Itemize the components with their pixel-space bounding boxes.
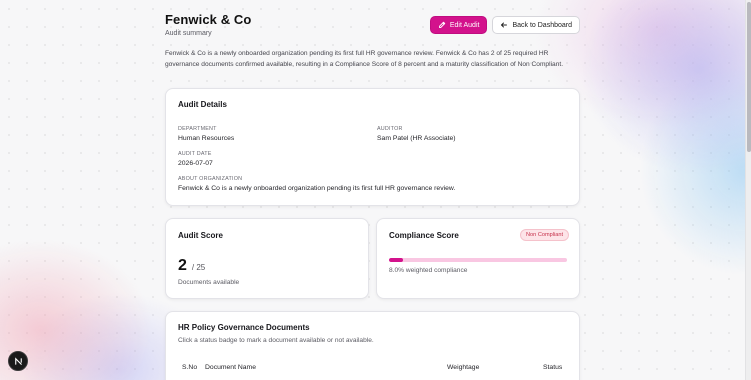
back-to-dashboard-label: Back to Dashboard [512,21,572,29]
edit-audit-button[interactable]: Edit Audit [429,16,488,34]
about-organization-label: ABOUT ORGANIZATION [178,176,243,182]
audit-date-label: AUDIT DATE [178,151,212,157]
department-field: DEPARTMENT Human Resources [178,126,234,142]
maturity-status-badge: Non Compliant [520,229,569,241]
audit-date-field: AUDIT DATE 2026-07-07 [178,151,213,167]
column-header-document-name: Document Name [205,364,256,371]
documents-total: / 25 [191,263,206,272]
auditor-label: AUDITOR [377,126,403,132]
page-scrollbar[interactable] [745,0,751,380]
audit-date-value: 2026-07-07 [178,160,213,167]
arrow-left-icon [501,22,508,28]
audit-score-card: Audit Score 2 / 25 Documents available [165,218,369,299]
compliance-score-card: Compliance Score Non Compliant 8.0% weig… [376,218,580,299]
audit-details-card: Audit Details DEPARTMENT Human Resources… [165,88,580,206]
nextjs-dev-tools-button[interactable] [8,351,28,371]
documents-available-count: 2 [178,257,187,274]
department-label: DEPARTMENT [178,126,217,132]
compliance-score-title: Compliance Score [389,231,459,240]
auditor-field: AUDITOR Sam Patel (HR Associate) [377,126,456,142]
auditor-value: Sam Patel (HR Associate) [377,135,456,142]
n-logo-icon [14,356,22,365]
edit-audit-label: Edit Audit [449,21,480,29]
about-organization-value: Fenwick & Co is a newly onboarded organi… [178,185,456,192]
org-summary-text: Fenwick & Co is a newly onboarded organi… [165,50,564,69]
page-header: Fenwick & Co Audit summary Edit Audit Ba… [165,12,580,38]
audit-score-value: 2 / 25 [178,257,205,275]
audit-summary-page: Fenwick & Co Audit summary Edit Audit Ba… [165,12,580,71]
header-actions: Edit Audit Back to Dashboard [429,16,580,34]
compliance-progress-bar [389,258,567,262]
audit-score-title: Audit Score [178,231,223,240]
audit-score-caption: Documents available [178,279,240,286]
department-value: Human Resources [178,135,235,142]
compliance-progress-fill [389,258,404,262]
about-organization-field: ABOUT ORGANIZATION Fenwick & Co is a new… [178,176,455,192]
column-header-weightage: Weightage [447,364,480,371]
documents-title: HR Policy Governance Documents [178,323,310,332]
back-to-dashboard-button[interactable]: Back to Dashboard [492,16,580,34]
audit-details-title: Audit Details [178,100,227,109]
scrollbar-thumb[interactable] [747,2,751,152]
documents-hint: Click a status badge to mark a document … [178,337,374,344]
column-header-sno: S.No [182,364,198,371]
documents-card: HR Policy Governance Documents Click a s… [165,311,580,380]
compliance-caption: 8.0% weighted compliance [389,267,468,274]
column-header-status: Status [543,364,563,371]
pencil-icon [438,21,446,28]
